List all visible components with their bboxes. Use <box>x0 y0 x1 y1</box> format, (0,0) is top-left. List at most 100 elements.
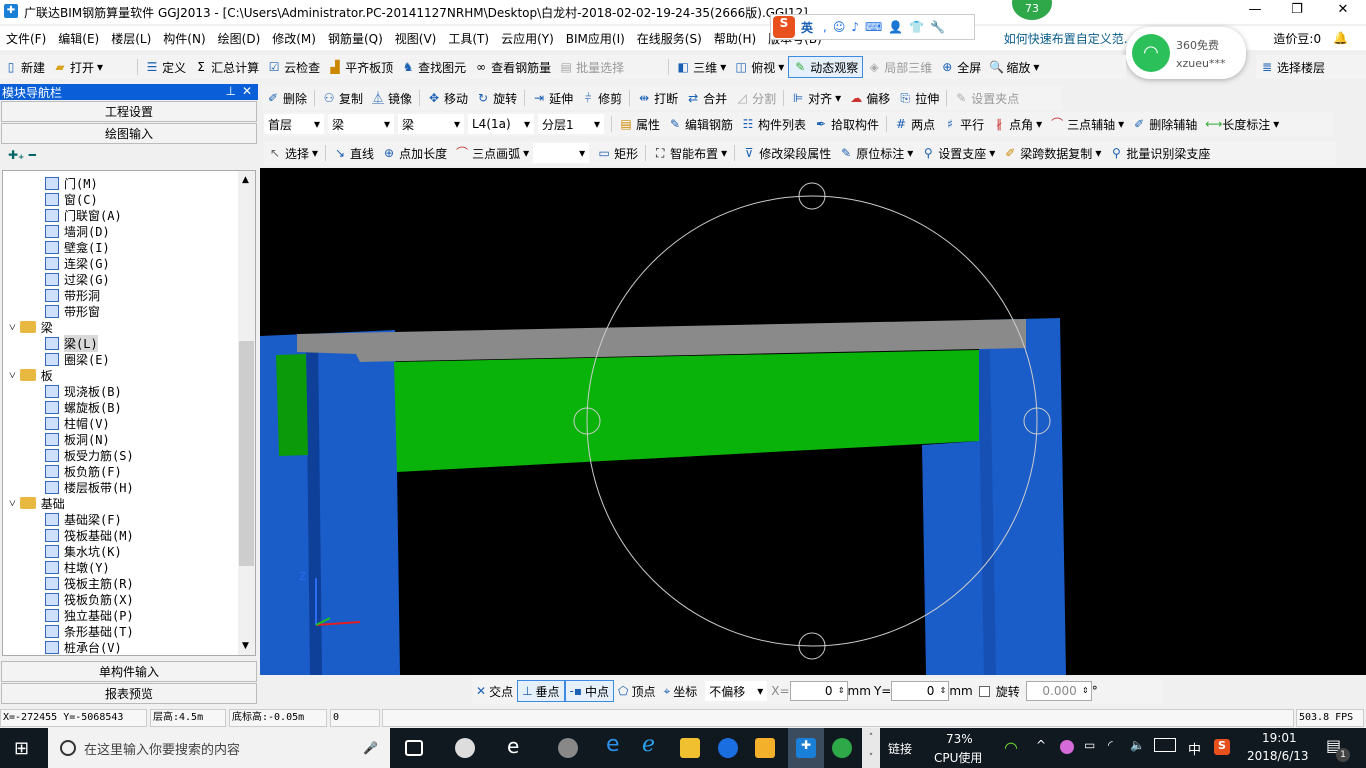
ie-old-icon[interactable]: e <box>507 734 527 758</box>
offset-select[interactable]: 不偏移 ▾ <box>705 681 768 701</box>
properties-button[interactable]: ▤ 属性 <box>615 116 664 133</box>
minimize-button[interactable]: — <box>1240 2 1270 20</box>
taskbar-search[interactable]: 在这里输入你要搜索的内容 🎤 <box>48 728 390 768</box>
close-button[interactable]: ✕ <box>1328 2 1358 20</box>
tree-item[interactable]: 带形窗 <box>3 303 255 319</box>
start-button[interactable]: ⊞ <box>14 738 29 759</box>
sogou-icon[interactable]: S <box>773 16 795 38</box>
tray-overflow-icon[interactable]: ^ <box>1036 738 1046 752</box>
nav-drawing-input[interactable]: 绘图输入 <box>1 123 257 144</box>
tree-item[interactable]: 窗(C) <box>3 191 255 207</box>
offset-button[interactable]: ☁ 偏移 <box>845 90 894 107</box>
nav-report-preview[interactable]: 报表预览 <box>1 683 257 704</box>
menu-file[interactable]: 文件(F) <box>0 30 52 47</box>
define-button[interactable]: ☰ 定义 <box>141 59 190 76</box>
component-select[interactable]: L4(1a) ▾ <box>468 114 534 134</box>
snap-perpendicular[interactable]: ⊥ 垂点 <box>517 680 565 702</box>
tree-folder[interactable]: ˅ 板 <box>3 367 255 383</box>
menu-component[interactable]: 构件(N) <box>157 30 211 47</box>
delete-button[interactable]: ✐ 删除 <box>262 90 311 107</box>
modify-span-button[interactable]: ⊽ 修改梁段属性 <box>738 145 835 162</box>
extend-button[interactable]: ⇥ 延伸 <box>528 90 577 107</box>
set-support-button[interactable]: ⚲ 设置支座 ▾ <box>917 145 999 162</box>
spiral-app-icon[interactable] <box>558 738 578 758</box>
split-button[interactable]: ◿ 分割 <box>731 90 780 107</box>
coins-label[interactable]: 造价豆:0 <box>1267 30 1327 47</box>
tree-item[interactable]: 板受力筋(S) <box>3 447 255 463</box>
tree-scrollbar[interactable]: ▲ ▼ <box>238 171 255 655</box>
ime-lang[interactable]: 英 <box>801 19 813 36</box>
tree-item[interactable]: 集水坑(K) <box>3 543 255 559</box>
menu-modify[interactable]: 修改(M) <box>266 30 322 47</box>
arc-mode-select[interactable]: ▾ <box>533 143 590 163</box>
expand-chevron-icon[interactable]: ˅ <box>9 320 16 335</box>
line-button[interactable]: ↘ 直线 <box>329 145 378 162</box>
trim-button[interactable]: ⫩ 修剪 <box>577 90 626 107</box>
tree-item[interactable]: 柱墩(Y) <box>3 559 255 575</box>
expand-chevron-icon[interactable]: ˅ <box>9 368 16 383</box>
snap-intersection[interactable]: ✕ 交点 <box>472 683 517 700</box>
tree-item[interactable]: 板负筋(F) <box>3 463 255 479</box>
rotate-input[interactable]: 0.000 ⇕ <box>1025 681 1092 701</box>
task-view-icon[interactable] <box>405 740 423 756</box>
snap-vertex[interactable]: ⬠ 顶点 <box>614 683 659 700</box>
tree-item[interactable]: 独立基础(P) <box>3 607 255 623</box>
tree-item[interactable]: 柱帽(V) <box>3 415 255 431</box>
snap-coordinate[interactable]: ⌖ 坐标 <box>659 683 701 700</box>
green-app-icon[interactable] <box>832 738 852 758</box>
tree-item[interactable]: 带形洞 <box>3 287 255 303</box>
copy-button[interactable]: ⚇ 复制 <box>318 90 367 107</box>
type-select[interactable]: 梁 ▾ <box>328 114 394 134</box>
menu-draw[interactable]: 绘图(D) <box>212 30 267 47</box>
menu-help[interactable]: 帮助(H) <box>708 30 762 47</box>
nav-project-settings[interactable]: 工程设置 <box>1 101 257 122</box>
news-link[interactable]: 如何快速布置自定义范.. <box>998 30 1138 47</box>
3d-viewport[interactable]: Z <box>260 168 1366 675</box>
point-length-button[interactable]: ⊕ 点加长度 <box>378 145 451 162</box>
edge-icon[interactable]: e <box>606 732 626 757</box>
sogou-tray-icon[interactable]: S <box>1214 739 1230 755</box>
tree-item[interactable]: 桩承台(V) <box>3 639 255 655</box>
grip-button[interactable]: ✎ 设置夹点 <box>950 90 1023 107</box>
expand-all-icon[interactable]: ✚₊ <box>8 148 24 162</box>
select-floor-button[interactable]: ≣ 选择楼层 <box>1256 59 1329 76</box>
edit-rebar-button[interactable]: ✎ 编辑钢筋 <box>664 116 737 133</box>
copy-span-button[interactable]: ✐ 梁跨数据复制 ▾ <box>999 145 1105 162</box>
file-explorer-icon[interactable] <box>680 738 700 758</box>
orbit-button[interactable]: ✎ 动态观察 <box>788 56 864 78</box>
find-button[interactable]: ♞ 查找图元 <box>397 59 470 76</box>
tree-item[interactable]: 筏板基础(M) <box>3 527 255 543</box>
smart-place-button[interactable]: ⛶ 智能布置 ▾ <box>649 145 731 162</box>
fullscreen-button[interactable]: ⊕ 全屏 <box>936 59 985 76</box>
menu-edit[interactable]: 编辑(E) <box>52 30 105 47</box>
tray-scroll[interactable]: ˄ ˅ <box>862 728 880 768</box>
y-input[interactable]: 0 ⇕ <box>891 681 950 701</box>
tree-item[interactable]: 墙洞(D) <box>3 223 255 239</box>
three-point-axis-button[interactable]: ⌒ 三点辅轴 ▾ <box>1046 116 1128 133</box>
rotate-button[interactable]: ↻ 旋转 <box>472 90 521 107</box>
layer-select[interactable]: 分层1 ▾ <box>538 114 604 134</box>
ggj-app-icon-active[interactable]: ✚ <box>788 728 824 768</box>
3d-button[interactable]: ◧ 三维 ▾ <box>672 59 730 76</box>
fan-app-icon[interactable] <box>455 738 475 758</box>
nav-single-input[interactable]: 单构件输入 <box>1 661 257 682</box>
dimension-button[interactable]: ⟷ 长度标注 ▾ <box>1201 116 1283 133</box>
menu-floor[interactable]: 楼层(L) <box>105 30 157 47</box>
break-button[interactable]: ⇹ 打断 <box>633 90 682 107</box>
notes-app-icon[interactable] <box>755 738 775 758</box>
tree-item[interactable]: 现浇板(B) <box>3 383 255 399</box>
subtype-select[interactable]: 梁 ▾ <box>398 114 464 134</box>
batch-support-button[interactable]: ⚲ 批量识别梁支座 <box>1105 145 1214 162</box>
stretch-button[interactable]: ⎘ 拉伸 <box>894 90 943 107</box>
menu-bim[interactable]: BIM应用(I) <box>560 30 631 47</box>
close-icon[interactable]: ✕ <box>242 84 252 98</box>
tree-item[interactable]: 筏板负筋(X) <box>3 591 255 607</box>
align-button[interactable]: ⊫ 对齐 ▾ <box>787 90 845 107</box>
rotate-checkbox[interactable] <box>978 685 990 697</box>
top-view-button[interactable]: ◫ 俯视 ▾ <box>730 59 788 76</box>
score-badge[interactable]: 73 <box>1012 0 1052 20</box>
wifi-popup[interactable]: ◠ 360免费 xzueu*** <box>1126 27 1246 79</box>
tree-item[interactable]: 圈梁(E) <box>3 351 255 367</box>
zoom-button[interactable]: 🔍 缩放 ▾ <box>985 59 1043 76</box>
tree-item[interactable]: 基础梁(F) <box>3 511 255 527</box>
